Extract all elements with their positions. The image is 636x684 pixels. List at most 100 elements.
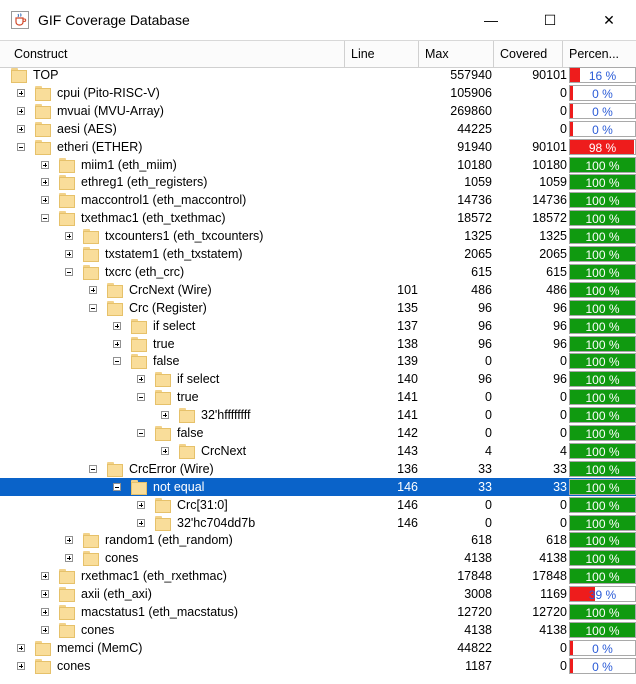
column-header-max[interactable]: Max [419, 41, 494, 67]
tree-row[interactable]: cones 4138 4138 100 % [0, 549, 636, 567]
column-header-covered[interactable]: Covered [494, 41, 563, 67]
expand-icon[interactable] [41, 196, 49, 205]
tree-row[interactable]: cones 4138 4138 100 % [0, 621, 636, 639]
maximize-button[interactable]: ☐ [527, 5, 573, 35]
tree-row[interactable]: axii (eth_axi) 3008 1169 39 % [0, 585, 636, 603]
covered-value: 1059 [539, 175, 567, 190]
folder-icon [155, 497, 172, 513]
construct-label: txcounters1 (eth_txcounters) [105, 229, 264, 244]
tree-row[interactable]: miim1 (eth_miim) 10180 10180 100 % [0, 156, 636, 174]
percent-bar: 100 % [569, 281, 636, 298]
tree-row[interactable]: txstatem1 (eth_txstatem) 2065 2065 100 % [0, 245, 636, 263]
tree-row[interactable]: false 139 0 0 100 % [0, 352, 636, 370]
collapse-icon[interactable] [65, 267, 73, 276]
expand-icon[interactable] [137, 518, 145, 527]
percent-label: 100 % [585, 301, 620, 316]
percent-bar: 100 % [569, 621, 636, 638]
expand-icon[interactable] [113, 339, 121, 348]
expand-icon[interactable] [17, 643, 25, 652]
tree-row[interactable]: aesi (AES) 44225 0 0 % [0, 120, 636, 138]
tree-row[interactable]: false 142 0 0 100 % [0, 424, 636, 442]
expand-icon[interactable] [65, 232, 73, 241]
tree-row[interactable]: txethmac1 (eth_txethmac) 18572 18572 100 % [0, 209, 636, 227]
percent-label: 100 % [585, 498, 620, 513]
tree-row[interactable]: cpui (Pito-RISC-V) 105906 0 0 % [0, 84, 636, 102]
tree-row[interactable]: CrcNext (Wire) 101 486 486 100 % [0, 281, 636, 299]
percent-label: 100 % [585, 516, 620, 531]
tree-row[interactable]: not equal 146 33 33 100 % [0, 477, 636, 496]
expand-icon[interactable] [17, 661, 25, 670]
tree-row[interactable]: memci (MemC) 44822 0 0 % [0, 639, 636, 657]
column-header-line[interactable]: Line [345, 41, 419, 67]
percent-bar: 100 % [569, 174, 636, 191]
max-value: 33 [478, 479, 492, 494]
tree-row[interactable]: mvuai (MVU-Array) 269860 0 0 % [0, 102, 636, 120]
expand-icon[interactable] [65, 536, 73, 545]
tree-row[interactable]: random1 (eth_random) 618 618 100 % [0, 531, 636, 549]
tree-row[interactable]: txcrc (eth_crc) 615 615 100 % [0, 263, 636, 281]
minimize-button[interactable]: — [468, 5, 514, 35]
expand-icon[interactable] [161, 446, 169, 455]
tree-row[interactable]: macstatus1 (eth_macstatus) 12720 12720 100 … [0, 603, 636, 621]
expand-icon[interactable] [89, 285, 97, 294]
tree-row[interactable]: cones 1187 0 0 % [0, 657, 636, 675]
collapse-icon[interactable] [89, 464, 97, 473]
expand-icon[interactable] [17, 106, 25, 115]
expand-icon[interactable] [17, 88, 25, 97]
tree-row[interactable]: txcounters1 (eth_txcounters) 1325 1325 100 … [0, 227, 636, 245]
folder-icon [107, 300, 124, 316]
tree-row[interactable]: etheri (ETHER) 91940 90101 98 % [0, 138, 636, 156]
tree-row[interactable]: 32'hffffffff 141 0 0 100 % [0, 406, 636, 424]
expand-icon[interactable] [161, 411, 169, 420]
tree-row[interactable]: TOP 557940 90101 16 % [0, 66, 636, 84]
expand-icon[interactable] [41, 608, 49, 616]
collapse-icon[interactable] [89, 303, 97, 312]
expand-icon[interactable] [137, 500, 145, 509]
covered-value: 33 [553, 479, 567, 494]
collapse-icon[interactable] [41, 214, 49, 223]
column-header-percent[interactable]: Percen... [563, 41, 636, 67]
collapse-icon[interactable] [113, 482, 121, 491]
percent-bar: 0 % [569, 84, 636, 101]
tree-row[interactable]: CrcNext 143 4 4 100 % [0, 442, 636, 460]
construct-label: cones [105, 551, 139, 566]
expand-icon[interactable] [17, 124, 25, 133]
tree-row[interactable]: ethreg1 (eth_registers) 1059 1059 100 % [0, 173, 636, 191]
collapse-icon[interactable] [137, 393, 145, 402]
tree-row[interactable]: true 138 96 96 100 % [0, 335, 636, 353]
expand-icon[interactable] [113, 321, 121, 330]
covered-value: 96 [553, 336, 567, 351]
column-header-construct[interactable]: Construct [8, 41, 345, 67]
expand-icon[interactable] [41, 625, 49, 634]
percent-label: 100 % [585, 194, 620, 209]
percent-label: 100 % [585, 337, 620, 352]
covered-value: 96 [553, 318, 567, 333]
tree-row[interactable]: maccontrol1 (eth_maccontrol) 14736 14736 10… [0, 191, 636, 209]
collapse-icon[interactable] [113, 357, 121, 366]
tree-row[interactable]: 32'hc704dd7b 146 0 0 100 % [0, 514, 636, 532]
expand-icon[interactable] [41, 178, 49, 187]
percent-bar: 100 % [569, 192, 636, 209]
collapse-icon[interactable] [17, 142, 25, 151]
tree-row[interactable]: Crc (Register) 135 96 96 100 % [0, 299, 636, 317]
folder-icon [107, 282, 124, 298]
tree-row[interactable]: if select 137 96 96 100 % [0, 317, 636, 335]
expand-icon[interactable] [65, 554, 73, 563]
tree-row[interactable]: true 141 0 0 100 % [0, 388, 636, 406]
covered-value: 4 [560, 443, 567, 458]
expand-icon[interactable] [137, 375, 145, 384]
tree-row[interactable]: if select 140 96 96 100 % [0, 370, 636, 388]
tree-row[interactable]: Crc[31:0] 146 0 0 100 % [0, 496, 636, 514]
covered-value: 2065 [539, 247, 567, 261]
expand-icon[interactable] [41, 160, 49, 169]
max-value: 4 [485, 443, 492, 458]
close-button[interactable]: ✕ [586, 5, 632, 35]
expand-icon[interactable] [65, 250, 73, 258]
covered-value: 14736 [532, 193, 567, 208]
percent-bar: 100 % [569, 371, 636, 388]
collapse-icon[interactable] [137, 429, 145, 437]
tree-row[interactable]: rxethmac1 (eth_rxethmac) 17848 17848 100 % [0, 567, 636, 585]
expand-icon[interactable] [41, 572, 49, 581]
expand-icon[interactable] [41, 590, 49, 599]
tree-row[interactable]: CrcError (Wire) 136 33 33 100 % [0, 460, 636, 478]
